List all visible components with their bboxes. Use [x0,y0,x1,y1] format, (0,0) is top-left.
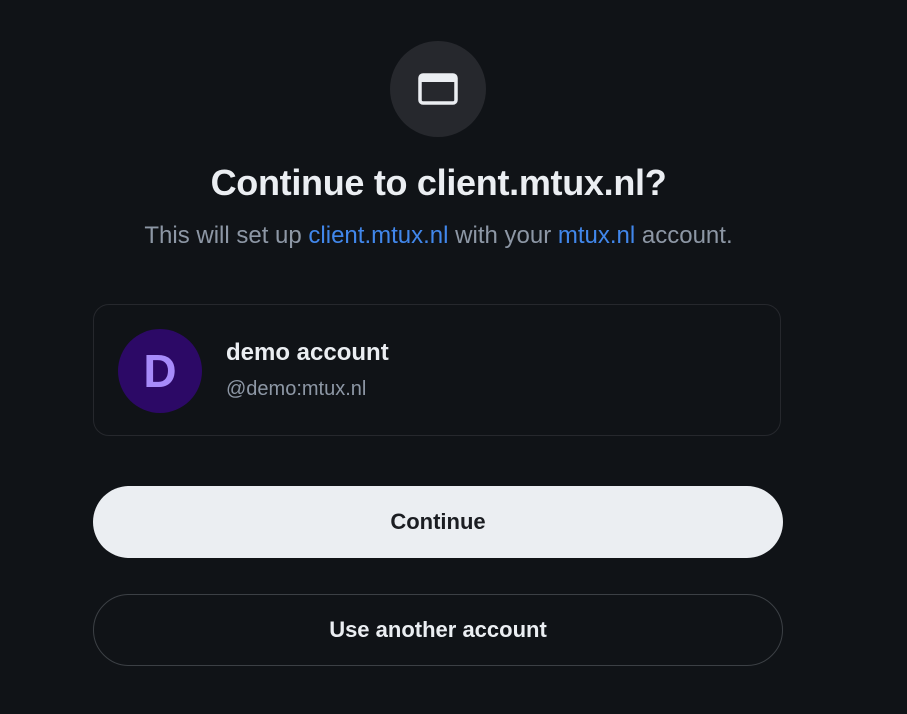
subtitle-prefix: This will set up [144,222,309,249]
subtitle-middle: with your [448,222,558,249]
consent-page: Continue to client.mtux.nl? This will se… [0,0,907,714]
account-display-name: demo account [226,339,389,366]
page-subtitle: This will set up client.mtux.nl with you… [0,221,877,251]
continue-button[interactable]: Continue [93,486,783,558]
app-icon-circle [390,41,486,137]
page-title: Continue to client.mtux.nl? [210,162,667,203]
use-another-account-button[interactable]: Use another account [93,594,783,666]
avatar: D [118,329,202,413]
account-user-id: @demo:mtux.nl [226,378,367,400]
subtitle-suffix: account. [635,222,733,249]
account-card: D demo account @demo:mtux.nl [93,304,781,436]
window-icon [418,73,458,105]
client-link[interactable]: client.mtux.nl [308,222,448,249]
server-link[interactable]: mtux.nl [558,222,635,249]
